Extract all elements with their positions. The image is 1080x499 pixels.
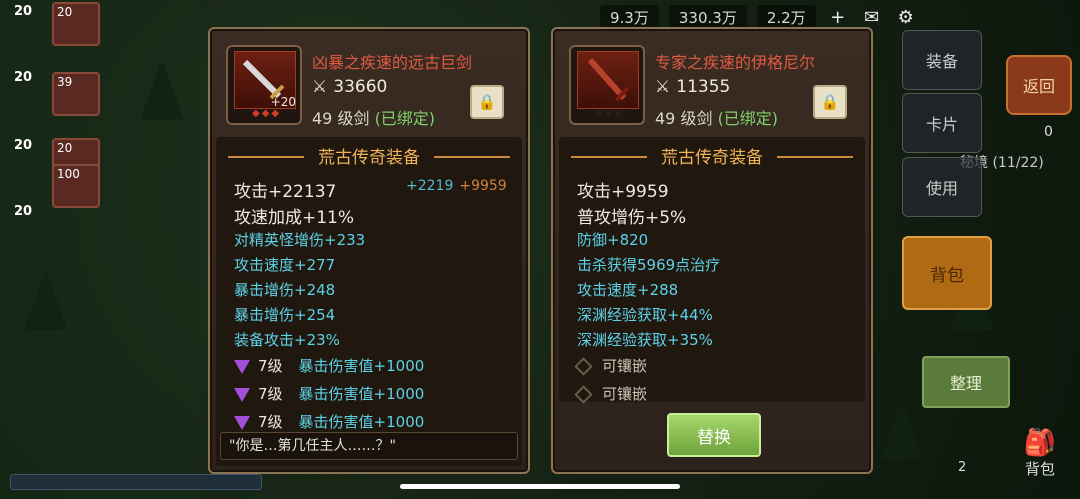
item-power: ⚔ 11355 xyxy=(655,77,731,97)
gem-count: 0 xyxy=(1044,124,1053,140)
equipped-item-panel: +20 ◆◆◆ 凶暴之疾速的远古巨剑 ⚔ 33660 49 级剑 (已绑定) 🔒 … xyxy=(208,27,530,474)
sub-stat: 装备攻击+23% xyxy=(234,331,340,349)
item-stats: 荒古传奇装备 攻击+9959 普攻增伤+5% 防御+820 击杀获得5969点治… xyxy=(559,137,865,404)
rarity-pips: ◆◆◆ xyxy=(252,108,282,119)
item-power: ⚔ 33660 xyxy=(312,77,388,97)
plus-icon[interactable]: + xyxy=(826,6,850,28)
bag-bottom-label: 背包 xyxy=(1024,460,1055,478)
return-button[interactable]: 返回 xyxy=(1006,55,1072,115)
sword-icon xyxy=(577,51,639,109)
experience-bar xyxy=(10,474,262,490)
main-stat: 攻击+9959 xyxy=(577,182,669,202)
section-title: 荒古传奇装备 xyxy=(216,143,522,168)
item-name: 凶暴之疾速的远古巨剑 xyxy=(312,53,473,72)
item-header: +20 ◆◆◆ 凶暴之疾速的远古巨剑 ⚔ 33660 49 级剑 (已绑定) 🔒 xyxy=(224,41,514,131)
sub-stat: 深渊经验获取+35% xyxy=(577,331,713,349)
gem-socket: 7级 暴击伤害值+1000 xyxy=(234,383,424,404)
main-stat: 普攻增伤+5% xyxy=(577,208,687,228)
gem-icon xyxy=(234,359,250,374)
item-level-line: 49 级剑 (已绑定) xyxy=(655,109,779,128)
socket-icon xyxy=(574,357,593,376)
crossed-swords-icon: ⚔ xyxy=(312,77,328,97)
gear-icon[interactable]: ⚙ xyxy=(894,6,918,28)
item-level-line: 49 级剑 (已绑定) xyxy=(312,109,436,128)
lock-icon: 🔒 xyxy=(477,93,497,111)
backpack-icon: 🎒 xyxy=(1023,428,1057,458)
sort-button[interactable]: 整理 xyxy=(922,356,1010,408)
item-stats: 荒古传奇装备 攻击+22137 +2219 +9959 攻速加成+11% 对精英怪… xyxy=(216,137,522,466)
party-level: 20 xyxy=(14,70,33,85)
gem-counter: 2.2万 xyxy=(756,4,816,30)
item-icon-frame[interactable]: ◆◆◆ xyxy=(569,45,645,125)
item-header: ◆◆◆ 专家之疾速的伊格尼尔 ⚔ 11355 49 级剑 (已绑定) 🔒 xyxy=(567,41,857,131)
stat-compare: +2219 +9959 xyxy=(406,178,507,194)
bag-tab-button[interactable]: 背包 xyxy=(902,236,992,310)
compare-item-panel: ◆◆◆ 专家之疾速的伊格尼尔 ⚔ 11355 49 级剑 (已绑定) 🔒 荒古传奇… xyxy=(551,27,873,474)
lock-button[interactable]: 🔒 xyxy=(813,85,847,119)
replace-button[interactable]: 替换 xyxy=(667,413,761,457)
item-icon-frame[interactable]: +20 ◆◆◆ xyxy=(226,45,302,125)
empty-gem-socket: 可镶嵌 xyxy=(574,383,647,404)
party-level: 20 xyxy=(14,204,33,219)
sub-stat: 攻击速度+277 xyxy=(234,256,336,274)
crossed-swords-icon: ⚔ xyxy=(655,77,671,97)
sub-stat: 防御+820 xyxy=(577,231,649,249)
cards-button[interactable]: 卡片 xyxy=(902,93,982,153)
main-stat: 攻速加成+11% xyxy=(234,208,355,228)
gem-socket: 7级 暴击伤害值+1000 xyxy=(234,411,424,432)
exp-counter: 330.3万 xyxy=(668,4,747,30)
rarity-pips: ◆◆◆ xyxy=(595,108,625,119)
enhance-level: +20 xyxy=(270,95,296,109)
empty-gem-socket: 可镶嵌 xyxy=(574,355,647,376)
sub-stat: 暴击增伤+254 xyxy=(234,306,336,324)
lock-icon: 🔒 xyxy=(820,93,840,111)
bag-count: 2 xyxy=(958,460,967,475)
sub-stat: 暴击增伤+248 xyxy=(234,281,336,299)
gem-icon xyxy=(234,415,250,430)
item-flavor-text: "你是…第几任主人……？" xyxy=(220,432,518,460)
main-stat: 攻击+22137 xyxy=(234,182,337,202)
sub-stat: 击杀获得5969点治疗 xyxy=(577,256,721,274)
bag-bottom-button[interactable]: 🎒 背包 xyxy=(1004,426,1076,496)
sub-stat: 对精英怪增伤+233 xyxy=(234,231,366,249)
mail-icon[interactable]: ✉ xyxy=(860,6,884,28)
home-indicator[interactable] xyxy=(400,484,680,489)
section-title: 荒古传奇装备 xyxy=(559,143,865,168)
party-slot[interactable]: 100 xyxy=(52,164,100,208)
equip-button[interactable]: 装备 xyxy=(902,30,982,90)
use-button[interactable]: 使用 xyxy=(902,157,982,217)
party-level: 20 xyxy=(14,4,33,19)
gem-icon xyxy=(234,387,250,402)
item-name: 专家之疾速的伊格尼尔 xyxy=(655,53,816,72)
socket-icon xyxy=(574,385,593,404)
lock-button[interactable]: 🔒 xyxy=(470,85,504,119)
sub-stat: 攻击速度+288 xyxy=(577,281,679,299)
party-level: 20 xyxy=(14,138,33,153)
party-slot[interactable]: 39 xyxy=(52,72,100,116)
party-slot[interactable]: 20 xyxy=(52,2,100,46)
sub-stat: 深渊经验获取+44% xyxy=(577,306,713,324)
gem-socket: 7级 暴击伤害值+1000 xyxy=(234,355,424,376)
gold-counter: 9.3万 xyxy=(600,4,659,30)
